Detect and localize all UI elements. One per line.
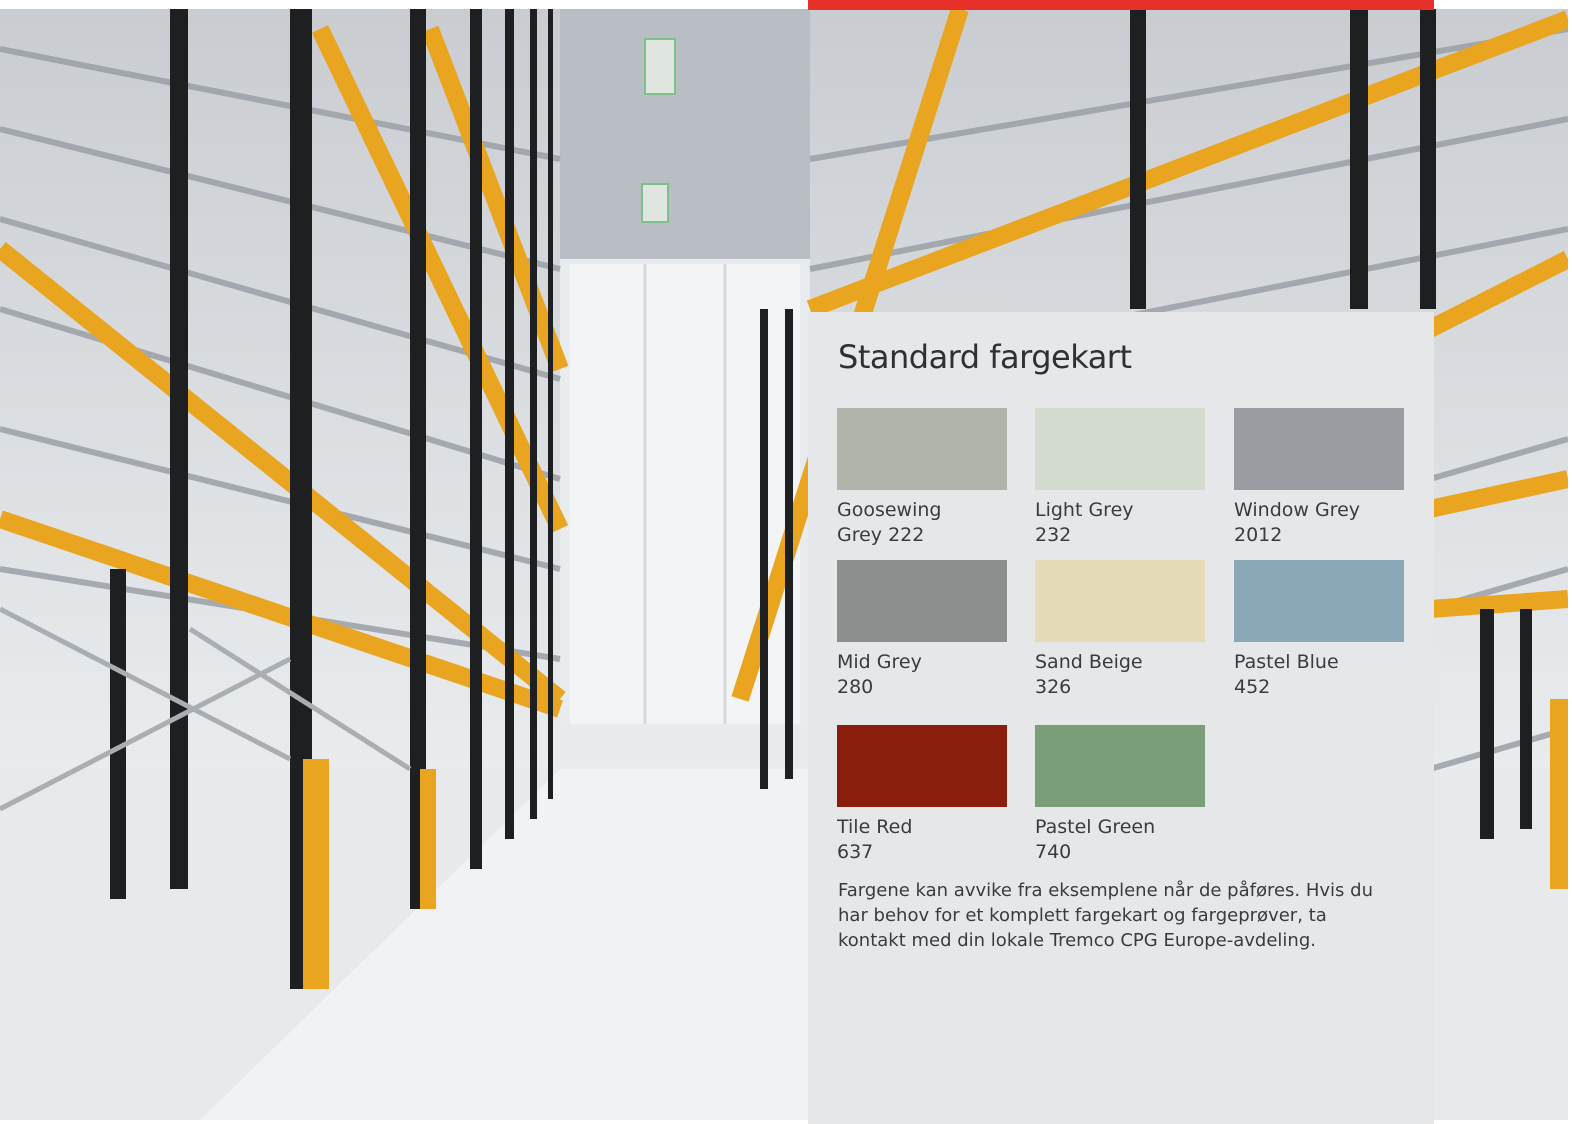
swatch-name: Tile Red: [837, 816, 913, 838]
swatch-code: 637: [837, 841, 874, 863]
swatch-name: Sand Beige: [1035, 651, 1143, 673]
page-title: Standard fargekart: [838, 338, 1132, 376]
swatch-name: Pastel Blue: [1234, 651, 1339, 673]
swatch-name: Goosewing: [837, 499, 942, 521]
swatch-code: 2012: [1234, 524, 1283, 546]
swatch-name: Mid Grey: [837, 651, 922, 673]
swatch-chip: [1035, 725, 1205, 807]
swatch-pastel-blue: Pastel Blue 452: [1234, 560, 1404, 700]
swatch-chip: [1234, 408, 1404, 490]
swatch-code: 740: [1035, 841, 1072, 863]
disclaimer-note: Fargene kan avvike fra eksemplene når de…: [838, 880, 1373, 951]
swatch-code: Grey 222: [837, 524, 925, 546]
swatch-goosewing-grey: Goosewing Grey 222: [837, 408, 1007, 548]
swatch-name: Light Grey: [1035, 499, 1134, 521]
swatch-light-grey: Light Grey 232: [1035, 408, 1205, 548]
swatch-grid: Goosewing Grey 222 Light Grey 232 Window…: [837, 408, 1407, 868]
swatch-chip: [837, 408, 1007, 490]
swatch-mid-grey: Mid Grey 280: [837, 560, 1007, 700]
swatch-chip: [1035, 560, 1205, 642]
swatch-name: Pastel Green: [1035, 816, 1156, 838]
swatch-code: 326: [1035, 676, 1072, 698]
swatch-pastel-green: Pastel Green 740: [1035, 725, 1205, 865]
accent-bar: [808, 0, 1434, 10]
swatch-code: 232: [1035, 524, 1072, 546]
swatch-tile-red: Tile Red 637: [837, 725, 1007, 865]
swatch-sand-beige: Sand Beige 326: [1035, 560, 1205, 700]
swatch-code: 452: [1234, 676, 1271, 698]
swatch-chip: [837, 725, 1007, 807]
swatch-window-grey: Window Grey 2012: [1234, 408, 1404, 548]
color-chart-panel: Standard fargekart Goosewing Grey 222 Li…: [808, 312, 1434, 1124]
swatch-chip: [1234, 560, 1404, 642]
swatch-chip: [1035, 408, 1205, 490]
swatch-code: 280: [837, 676, 874, 698]
swatch-name: Window Grey: [1234, 499, 1361, 521]
swatch-chip: [837, 560, 1007, 642]
